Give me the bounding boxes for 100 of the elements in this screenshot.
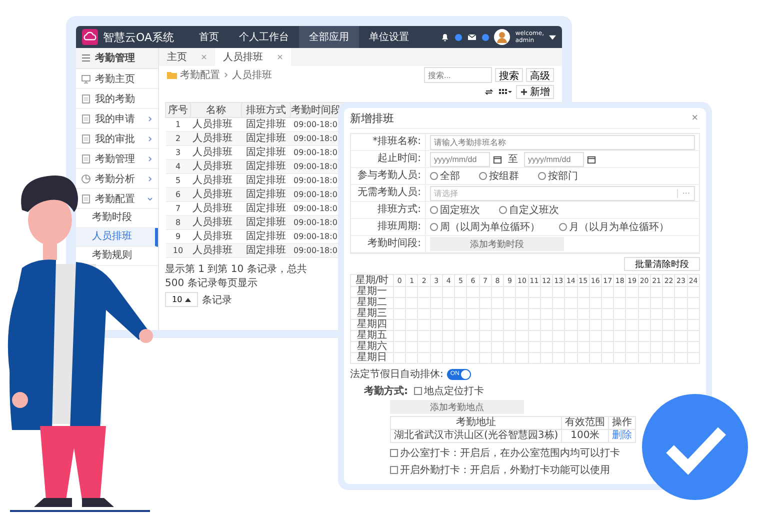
time-slot[interactable] xyxy=(491,298,504,308)
nav-tab[interactable]: 单位设置 xyxy=(359,26,419,48)
time-slot[interactable] xyxy=(466,352,480,364)
add-location-button[interactable]: 添加考勤地点 xyxy=(390,400,524,414)
time-slot[interactable] xyxy=(540,330,553,342)
time-slot[interactable] xyxy=(430,320,442,330)
time-slot[interactable] xyxy=(614,320,626,330)
time-slot[interactable] xyxy=(454,308,467,320)
time-slot[interactable] xyxy=(650,352,663,364)
time-slot[interactable] xyxy=(540,286,553,298)
time-slot[interactable] xyxy=(528,320,540,330)
time-slot[interactable] xyxy=(589,308,602,320)
time-slot[interactable] xyxy=(662,320,675,330)
checkbox[interactable] xyxy=(390,449,398,457)
mail-icon[interactable] xyxy=(467,32,478,42)
time-slot[interactable] xyxy=(577,308,590,320)
time-slot[interactable] xyxy=(479,298,492,308)
checkbox[interactable] xyxy=(414,387,422,395)
time-slot[interactable] xyxy=(442,286,455,298)
time-slot[interactable] xyxy=(601,352,614,364)
time-slot[interactable] xyxy=(528,352,540,364)
time-slot[interactable] xyxy=(687,330,700,342)
time-slot[interactable] xyxy=(687,286,700,298)
radio-button[interactable] xyxy=(430,206,438,214)
time-slot[interactable] xyxy=(454,320,467,330)
time-slot[interactable] xyxy=(564,286,578,298)
page-tab[interactable]: 主页 xyxy=(159,48,215,66)
time-slot[interactable] xyxy=(589,320,602,330)
time-slot[interactable] xyxy=(662,352,675,364)
avatar-icon[interactable] xyxy=(494,29,510,45)
add-button[interactable]: 新增 xyxy=(516,85,554,99)
time-slot[interactable] xyxy=(687,320,700,330)
radio-button[interactable] xyxy=(430,172,438,180)
nav-tab[interactable]: 个人工作台 xyxy=(229,26,299,48)
time-slot[interactable] xyxy=(418,286,430,298)
radio-button[interactable] xyxy=(430,223,438,231)
time-slot[interactable] xyxy=(540,298,553,308)
time-slot[interactable] xyxy=(552,298,565,308)
time-slot[interactable] xyxy=(638,286,650,298)
time-slot[interactable] xyxy=(650,308,663,320)
radio-option[interactable]: 周（以周为单位循环） xyxy=(430,220,540,234)
time-slot[interactable] xyxy=(564,330,578,342)
time-slot[interactable] xyxy=(626,330,638,342)
time-slot[interactable] xyxy=(662,342,675,352)
time-slot[interactable] xyxy=(564,320,578,330)
time-slot[interactable] xyxy=(454,286,467,298)
time-slot[interactable] xyxy=(504,352,516,364)
time-slot[interactable] xyxy=(504,286,516,298)
time-slot[interactable] xyxy=(394,308,406,320)
radio-button[interactable] xyxy=(499,206,507,214)
time-slot[interactable] xyxy=(674,308,688,320)
time-slot[interactable] xyxy=(626,352,638,364)
time-slot[interactable] xyxy=(577,286,590,298)
time-slot[interactable] xyxy=(687,298,700,308)
time-slot[interactable] xyxy=(406,286,418,298)
time-slot[interactable] xyxy=(454,298,467,308)
checkbox-option[interactable]: 地点定位打卡 xyxy=(414,384,484,398)
time-slot[interactable] xyxy=(662,298,675,308)
time-slot[interactable] xyxy=(491,342,504,352)
time-slot[interactable] xyxy=(564,298,578,308)
time-slot[interactable] xyxy=(650,298,663,308)
time-slot[interactable] xyxy=(626,342,638,352)
time-slot[interactable] xyxy=(394,352,406,364)
time-slot[interactable] xyxy=(564,342,578,352)
time-slot[interactable] xyxy=(540,342,553,352)
time-slot[interactable] xyxy=(687,342,700,352)
time-slot[interactable] xyxy=(516,286,528,298)
time-slot[interactable] xyxy=(552,352,565,364)
time-slot[interactable] xyxy=(589,352,602,364)
time-slot[interactable] xyxy=(479,352,492,364)
time-slot[interactable] xyxy=(552,330,565,342)
time-slot[interactable] xyxy=(430,330,442,342)
time-slot[interactable] xyxy=(552,308,565,320)
time-slot[interactable] xyxy=(442,330,455,342)
sidebar-item[interactable]: 我的申请 xyxy=(76,109,158,129)
search-field[interactable]: 搜索... xyxy=(424,67,492,83)
time-slot[interactable] xyxy=(491,352,504,364)
time-slot[interactable] xyxy=(418,320,430,330)
time-slot[interactable] xyxy=(504,320,516,330)
time-slot[interactable] xyxy=(528,308,540,320)
time-slot[interactable] xyxy=(418,342,430,352)
time-slot[interactable] xyxy=(479,286,492,298)
time-slot[interactable] xyxy=(442,342,455,352)
time-slot[interactable] xyxy=(687,308,700,320)
time-slot[interactable] xyxy=(406,330,418,342)
search-button[interactable]: 搜索 xyxy=(495,68,523,82)
time-slot[interactable] xyxy=(577,298,590,308)
close-button[interactable]: × xyxy=(690,112,700,124)
time-slot[interactable] xyxy=(418,308,430,320)
time-slot[interactable] xyxy=(674,330,688,342)
time-slot[interactable] xyxy=(577,330,590,342)
time-slot[interactable] xyxy=(614,352,626,364)
time-slot[interactable] xyxy=(638,352,650,364)
sidebar-subitem[interactable]: 人员排班 xyxy=(76,228,158,247)
sidebar-item[interactable]: 我的审批 xyxy=(76,129,158,149)
checkbox-option[interactable]: 开启外勤打卡：开启后，外勤打卡功能可以使用 xyxy=(390,463,610,477)
sidebar-item[interactable]: 考勤管理 xyxy=(76,149,158,169)
time-slot[interactable] xyxy=(516,320,528,330)
add-period-button[interactable]: 添加考勤时段 xyxy=(430,237,564,251)
clear-periods-button[interactable]: 批量清除时段 xyxy=(624,257,700,271)
